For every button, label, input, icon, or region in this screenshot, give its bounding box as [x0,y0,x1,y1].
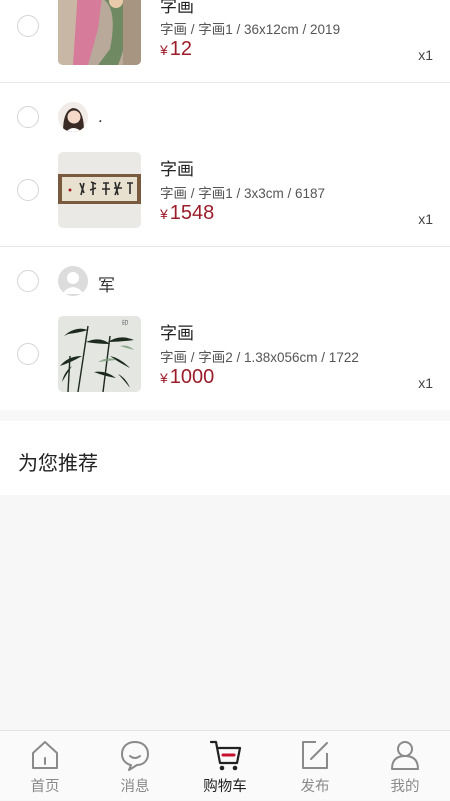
tab-label: 消息 [120,779,150,795]
cart-shop-1: 字画 字画 / 字画1 / 36x12cm / 2019 ¥12 x1 [0,0,450,82]
tab-home[interactable]: 首页 [0,731,90,801]
item-select-radio[interactable] [17,15,39,37]
home-icon [32,741,58,769]
tab-cart[interactable]: 购物车 [180,731,270,801]
cart-shop-2: . 字画 字画 / 字画1 / 3x3cm / 6187 ¥1548 x1 [0,83,450,246]
bottom-tab-bar: 首页 消息 购物车 发布 我的 [0,730,450,800]
product-title[interactable]: 字画 [160,155,194,180]
item-select-radio[interactable] [17,343,39,365]
recommend-section: 为您推荐 [0,421,450,495]
tab-publish[interactable]: 发布 [270,731,360,801]
quantity: x1 [418,375,433,391]
cart-shop-3: 军 印 字画 字画 / 字画2 / 1.38x056cm / 1722 ¥ 10… [0,247,450,410]
tab-label: 首页 [30,779,60,795]
tab-messages[interactable]: 消息 [90,731,180,801]
seller-name[interactable]: 军 [98,271,115,296]
product-title[interactable]: 字画 [160,319,194,344]
product-thumbnail[interactable] [58,0,141,65]
item-select-radio[interactable] [17,179,39,201]
currency-symbol: ¥ [160,42,168,58]
product-price: ¥12 [160,38,192,61]
tab-label: 购物车 [203,779,247,795]
shop-select-radio[interactable] [17,106,39,128]
edit-icon [302,741,328,769]
tab-profile[interactable]: 我的 [360,731,450,801]
recommend-title: 为您推荐 [18,453,98,475]
product-title[interactable]: 字画 [160,0,194,17]
currency-symbol: ¥ [160,206,168,222]
currency-symbol: ¥ [160,370,168,386]
avatar[interactable] [58,102,88,132]
product-thumbnail[interactable]: 印 [58,316,141,392]
tab-label: 我的 [390,779,420,795]
product-meta: 字画 / 字画1 / 36x12cm / 2019 [160,22,341,37]
price-value: 12 [169,38,193,60]
avatar[interactable] [58,266,88,296]
cart-icon [210,740,242,771]
product-price: ¥1000 [160,366,214,389]
quantity: x1 [418,47,433,63]
tab-label: 发布 [300,779,330,795]
product-price: ¥1548 [160,202,214,225]
quantity: x1 [418,211,433,227]
chat-bubble-icon [121,741,149,771]
seller-name[interactable]: . [98,107,103,127]
svg-text:印: 印 [122,320,128,327]
product-meta: 字画 / 字画1 / 3x3cm / 6187 [160,186,326,201]
price-value: 1548 [169,202,215,224]
shop-select-radio[interactable] [17,270,39,292]
price-value: 1000 [169,366,215,388]
product-meta: 字画 / 字画2 / 1.38x056cm / 1722 [160,350,359,365]
product-thumbnail[interactable] [58,152,141,228]
user-icon [391,741,419,770]
